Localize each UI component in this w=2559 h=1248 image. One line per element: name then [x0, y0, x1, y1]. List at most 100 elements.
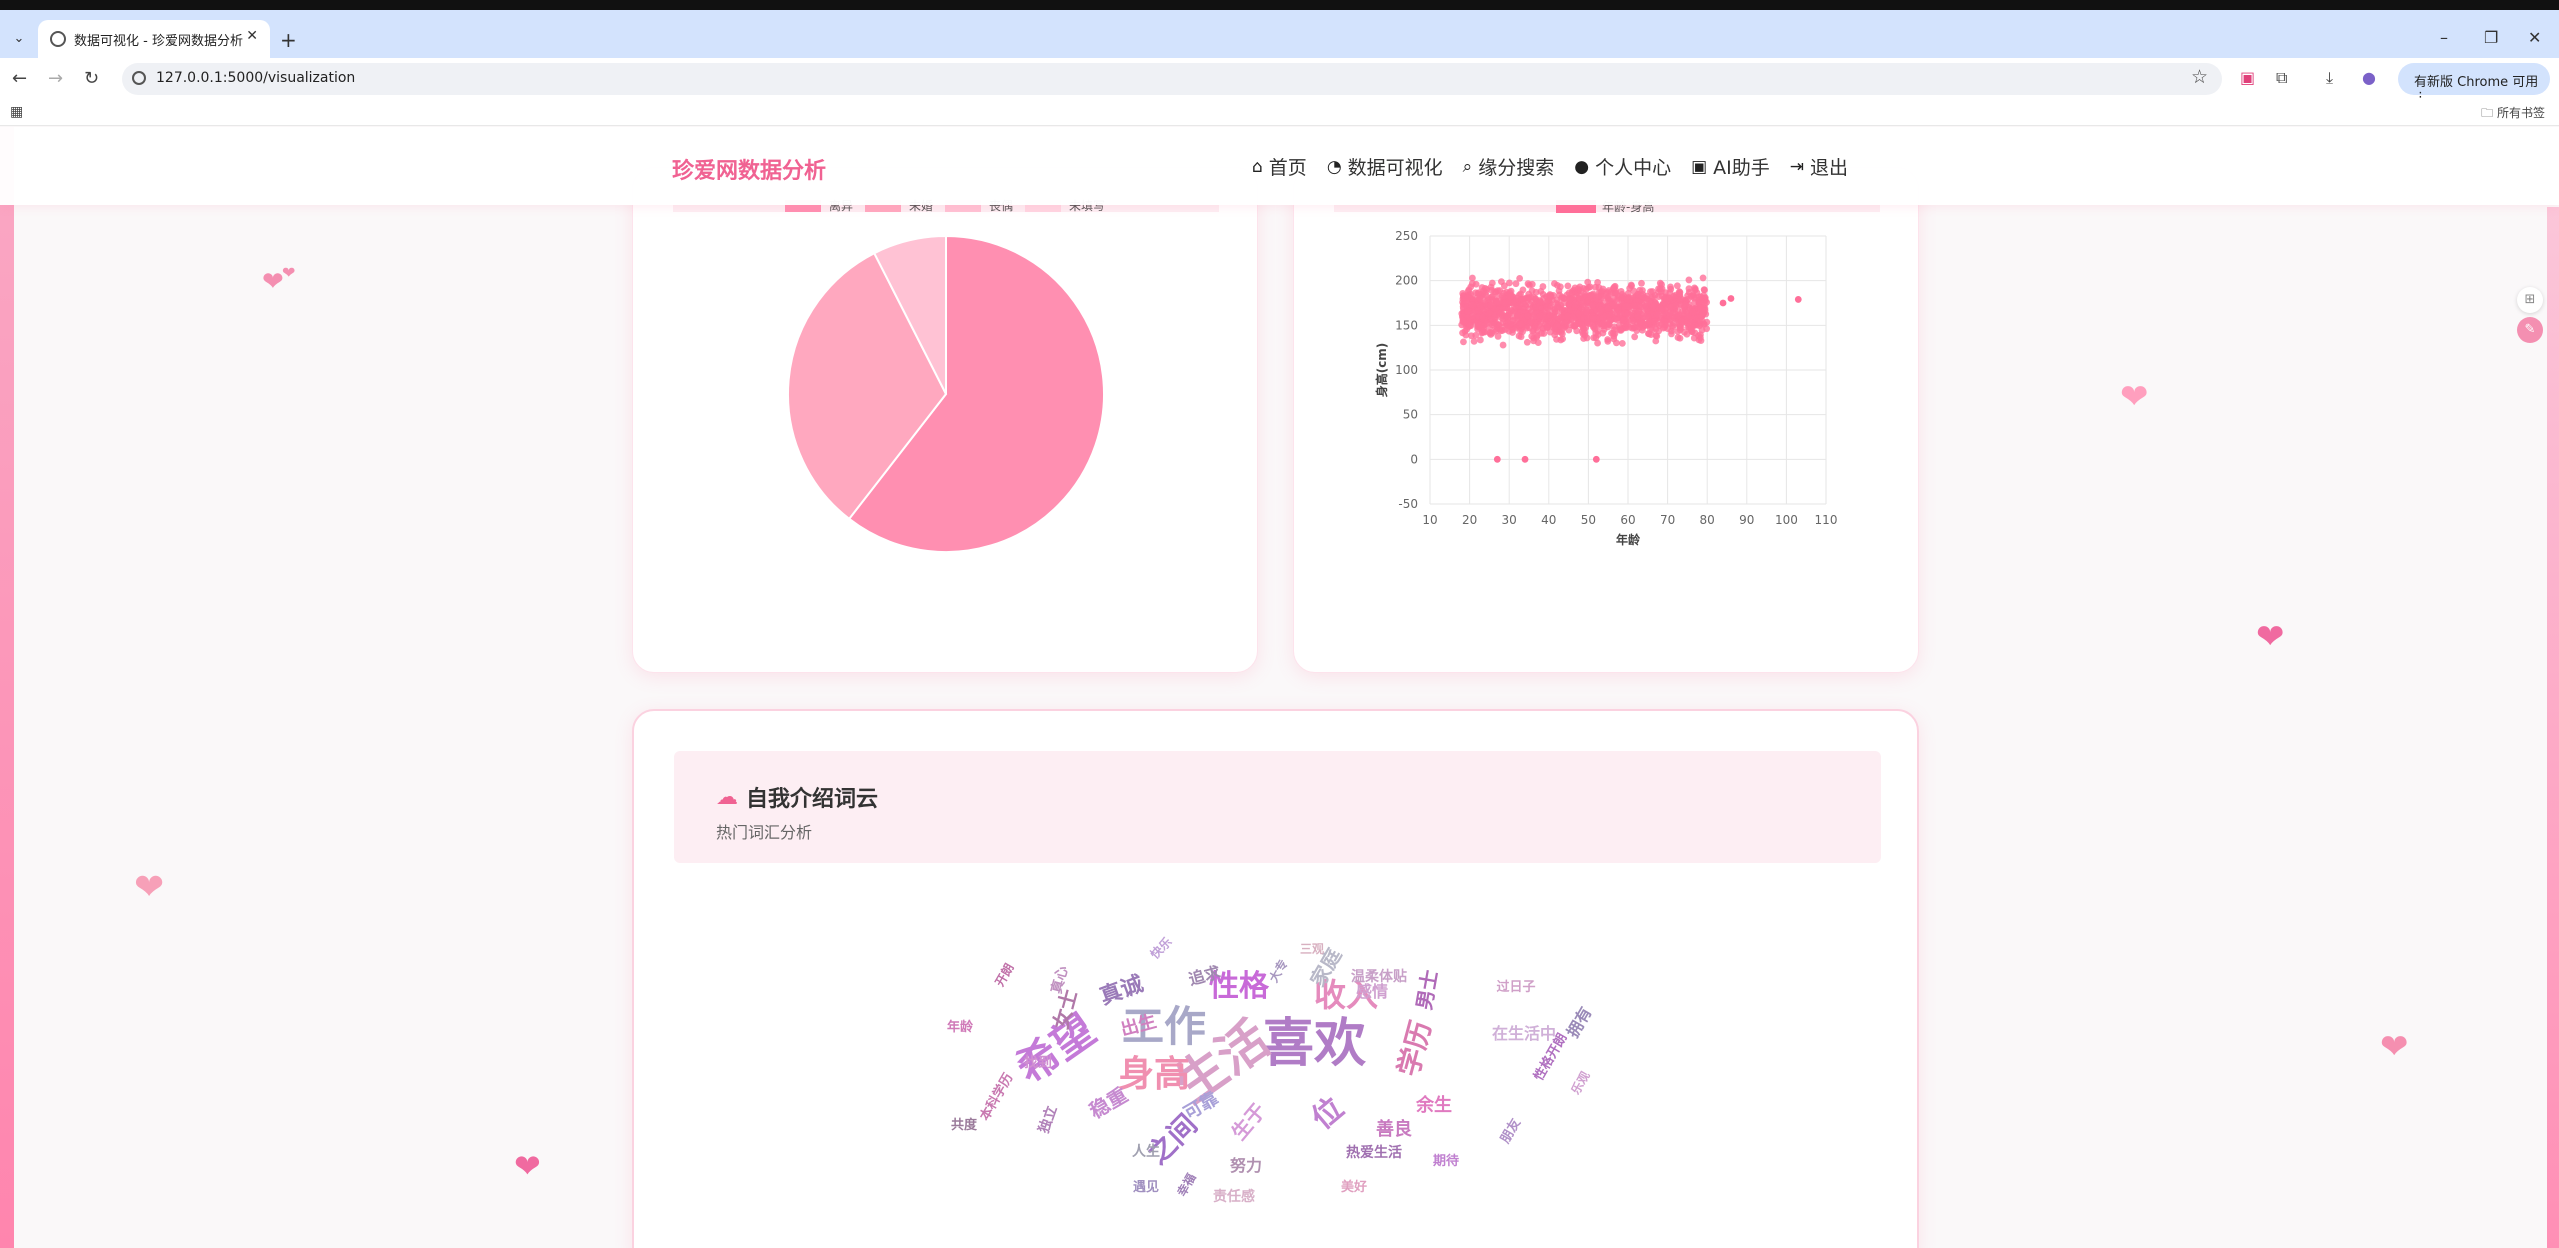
restore-button[interactable]: ❐ [2484, 28, 2498, 47]
data-point [1597, 306, 1605, 314]
close-tab-icon[interactable]: ✕ [246, 28, 258, 44]
data-point [1612, 339, 1620, 347]
data-point [1668, 330, 1675, 338]
data-point [1516, 274, 1524, 282]
cloud-word: 大专 [1266, 957, 1291, 985]
minimize-button[interactable]: – [2440, 28, 2448, 47]
data-point [1727, 295, 1735, 302]
heart-icon: ❤ [282, 263, 296, 282]
extension-icon[interactable]: ▣ [2240, 68, 2255, 87]
translate-icon[interactable]: ✎ [2517, 317, 2543, 343]
word-cloud-title-text: 自我介绍词云 [746, 787, 879, 812]
marital-status-card: 离异 未婚 丧偶 未填写 [632, 167, 1258, 673]
nav-profile[interactable]: ● 个人中心 [1574, 153, 1671, 180]
back-button[interactable]: ← [12, 68, 27, 89]
heart-icon: ❤ [2256, 617, 2285, 657]
site-brand[interactable]: 珍爱网数据分析 [672, 153, 826, 185]
data-point [1539, 283, 1547, 290]
y-tick-label: -50 [1398, 497, 1418, 511]
data-point [1466, 322, 1474, 329]
nav-visualization[interactable]: ◔ 数据可视化 [1327, 153, 1443, 180]
data-point [1527, 318, 1535, 326]
data-point [1590, 314, 1597, 322]
nav-search[interactable]: ⌕ 缘分搜索 [1463, 153, 1555, 180]
update-label: 有新版 Chrome 可用 [2414, 75, 2539, 90]
cloud-word: 本科学历 [977, 1070, 1017, 1123]
x-tick-label: 40 [1541, 513, 1556, 527]
data-point [1503, 312, 1510, 320]
reload-button[interactable]: ↻ [84, 68, 99, 89]
nav-logout[interactable]: ⇥ 退出 [1790, 153, 1848, 180]
address-bar[interactable]: 127.0.0.1:5000/visualization ☆ [122, 63, 2222, 95]
cloud-word: 责任感 [1213, 1188, 1255, 1205]
extensions-puzzle-icon[interactable]: ⧉ [2276, 68, 2287, 88]
sidebar-tool-icon[interactable]: ⊞ [2517, 287, 2543, 313]
cloud-word: 热爱生活 [1346, 1144, 1402, 1161]
cloud-word: 人生 [1132, 1143, 1160, 1160]
x-tick-label: 70 [1660, 513, 1675, 527]
data-point [1544, 323, 1552, 331]
forward-button[interactable]: → [48, 68, 63, 89]
scrollbar[interactable] [2547, 207, 2559, 1248]
cloud-word: 善良 [1376, 1118, 1412, 1140]
page-viewport[interactable]: 珍爱网数据分析 ⌂ 首页 ◔ 数据可视化 ⌕ 缘分搜索 ● 个人中心 ▣ AI助手 ⇥ 退出… [0, 127, 2559, 1248]
data-point [1630, 323, 1638, 331]
nav-visualization-label: 数据可视化 [1347, 157, 1443, 179]
data-point [1500, 299, 1508, 307]
data-point [1584, 319, 1592, 327]
data-point [1493, 455, 1501, 463]
data-point [1507, 293, 1515, 301]
heart-icon: ❤ [2380, 1027, 2409, 1067]
data-point [1499, 341, 1507, 349]
data-point [1480, 325, 1487, 333]
word-cloud-card: ☁ 自我介绍词云 热门词汇分析 喜欢 生活 希望 工作 身高 收入 性格 学历 之间位真诚 女士生… [632, 709, 1919, 1248]
y-tick-label: 0 [1410, 452, 1418, 466]
data-point [1604, 337, 1612, 345]
data-point [1666, 294, 1674, 302]
pie-chart: 离异 未婚 丧偶 未填写 [785, 198, 1105, 553]
download-icon[interactable]: ⤓ [2326, 68, 2333, 88]
data-point [1647, 331, 1655, 338]
y-axis-title: 身高(cm) [1374, 343, 1389, 398]
nav-search-label: 缘分搜索 [1478, 157, 1555, 179]
robot-icon: ▣ [1691, 156, 1708, 177]
cloud-word: 喜欢 [1262, 1014, 1366, 1074]
nav-home[interactable]: ⌂ 首页 [1252, 153, 1307, 180]
age-height-card: 年龄-身高 10 20 30 40 50 60 70 80 90 100 110 -50 0 50 100 15… [1293, 167, 1919, 673]
data-point [1483, 285, 1491, 293]
data-point [1517, 333, 1525, 341]
tab-search-icon[interactable]: ⌄ [8, 28, 30, 50]
data-point [1491, 313, 1499, 321]
x-axis-title: 年龄 [1616, 532, 1641, 547]
data-point [1476, 295, 1484, 303]
nav-ai-assistant[interactable]: ▣ AI助手 [1691, 153, 1770, 180]
url-text[interactable]: 127.0.0.1:5000/visualization [156, 70, 355, 86]
bookmark-star-icon[interactable]: ☆ [2191, 66, 2208, 88]
data-point [1599, 319, 1607, 327]
cloud-word: 学历 [1392, 1017, 1438, 1080]
data-point [1573, 327, 1581, 335]
all-bookmarks-button[interactable]: 🗀 所有书签 [2481, 104, 2545, 125]
browser-tab[interactable]: 数据可视化 - 珍爱网数据分析 ✕ [38, 20, 270, 58]
cloud-word: 男士 [1412, 968, 1443, 1012]
site-info-icon[interactable] [132, 71, 146, 85]
data-point [1500, 282, 1508, 290]
globe-icon [50, 31, 66, 47]
data-point [1685, 276, 1693, 284]
profile-avatar-icon[interactable]: ● [2362, 68, 2376, 87]
close-window-button[interactable]: ✕ [2528, 28, 2541, 47]
data-point [1469, 312, 1476, 320]
data-point [1551, 314, 1559, 322]
data-point [1618, 339, 1626, 347]
y-tick-label: 100 [1395, 363, 1418, 377]
apps-grid-icon[interactable]: ▦ [10, 104, 23, 120]
chrome-update-button[interactable]: 有新版 Chrome 可用 ⋮ [2398, 63, 2550, 105]
main-menu: ⌂ 首页 ◔ 数据可视化 ⌕ 缘分搜索 ● 个人中心 ▣ AI助手 ⇥ 退出 [1252, 153, 1848, 180]
data-point [1544, 297, 1552, 305]
pie-chart-icon: ◔ [1326, 156, 1342, 177]
data-point [1487, 301, 1494, 309]
new-tab-button[interactable]: + [280, 28, 297, 52]
browser-tab-bar: ⌄ 数据可视化 - 珍爱网数据分析 ✕ + – ❐ ✕ [0, 0, 2559, 58]
data-point [1673, 282, 1681, 290]
data-point [1618, 294, 1626, 301]
